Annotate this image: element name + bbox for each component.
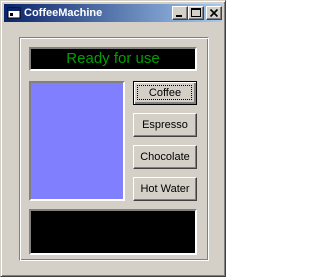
status-display: Ready for use [29, 47, 197, 71]
close-button[interactable] [206, 6, 222, 20]
drink-preview-panel [29, 81, 125, 201]
hot-water-button[interactable]: Hot Water [133, 177, 197, 201]
minimize-button[interactable] [172, 6, 188, 20]
maximize-icon [191, 8, 201, 17]
app-window: CoffeeMachine Ready for use Coffee Espre… [0, 0, 226, 277]
coffee-button-label: Coffee [148, 87, 182, 99]
window-title: CoffeeMachine [24, 7, 103, 19]
close-icon [209, 8, 219, 18]
status-text: Ready for use [66, 50, 160, 67]
chocolate-button-label: Chocolate [140, 151, 190, 163]
output-display [29, 209, 197, 255]
maximize-button[interactable] [188, 6, 204, 20]
hot-water-button-label: Hot Water [140, 183, 190, 195]
coffee-button[interactable]: Coffee [133, 81, 197, 105]
chocolate-button[interactable]: Chocolate [133, 145, 197, 169]
espresso-button-label: Espresso [142, 119, 188, 131]
title-bar[interactable]: CoffeeMachine [4, 4, 222, 22]
app-window-icon[interactable] [7, 6, 21, 20]
client-area: Ready for use Coffee Espresso Chocolate … [5, 23, 223, 274]
espresso-button[interactable]: Espresso [133, 113, 197, 137]
minimize-icon [176, 15, 182, 17]
